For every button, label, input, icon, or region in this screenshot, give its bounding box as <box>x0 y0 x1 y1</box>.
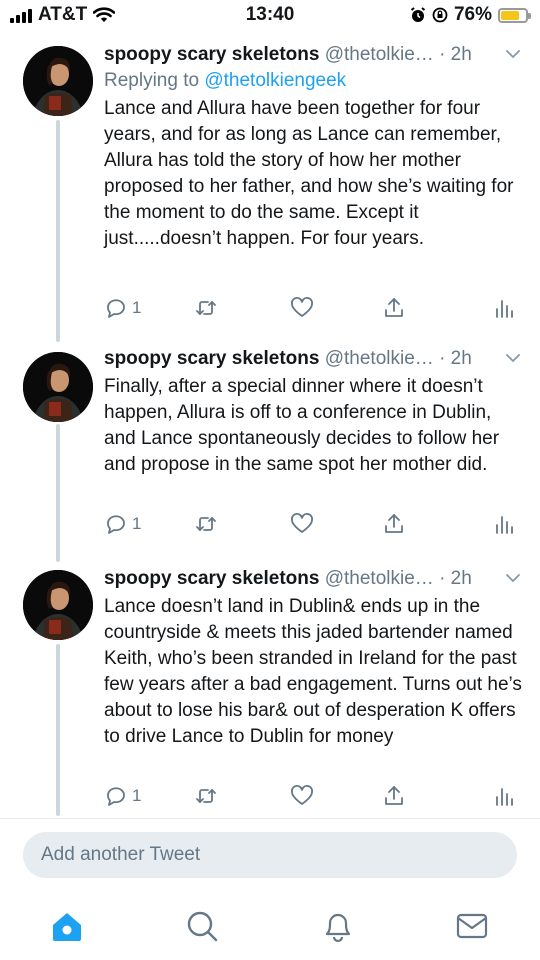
chevron-down-icon[interactable] <box>504 349 522 367</box>
tweet-body: spoopy scary skeletons @thetolkie… · 2h … <box>104 566 522 750</box>
tab-home[interactable] <box>47 906 87 946</box>
like-button[interactable] <box>290 512 314 536</box>
tweet-body: spoopy scary skeletons @thetolkie… · 2h … <box>104 346 522 478</box>
timestamp[interactable]: 2h <box>451 348 472 369</box>
reply-button[interactable]: 1 <box>104 784 141 808</box>
display-name[interactable]: spoopy scary skeletons <box>104 44 319 65</box>
like-button[interactable] <box>290 296 314 320</box>
retweet-button[interactable] <box>194 512 218 536</box>
tab-bar <box>0 892 540 960</box>
avatar[interactable] <box>23 352 93 422</box>
share-icon <box>385 786 403 805</box>
analytics-icon <box>496 788 513 806</box>
display-name[interactable]: spoopy scary skeletons <box>104 348 319 369</box>
username[interactable]: @thetolkie… <box>325 348 434 369</box>
status-bar: AT&T 13:40 76% <box>0 0 540 30</box>
share-button[interactable] <box>382 296 406 320</box>
messages-icon <box>456 913 488 939</box>
analytics-icon <box>496 516 513 534</box>
retweet-button[interactable] <box>194 784 218 808</box>
retweet-icon <box>196 789 216 803</box>
separator: · <box>439 44 446 65</box>
status-right: 76% <box>410 4 531 26</box>
separator: · <box>439 568 446 589</box>
reply-button[interactable]: 1 <box>104 512 141 536</box>
tweet-header: spoopy scary skeletons @thetolkie… · 2h <box>104 42 522 68</box>
tab-notifications[interactable] <box>318 906 358 946</box>
analytics-button[interactable] <box>492 784 516 808</box>
reply-count: 1 <box>132 298 142 317</box>
avatar[interactable] <box>23 570 93 640</box>
heart-icon <box>291 513 313 533</box>
add-tweet-input[interactable] <box>23 832 517 878</box>
avatar[interactable] <box>23 46 93 116</box>
tweet-actions: 1 <box>104 296 524 320</box>
share-icon <box>385 298 403 317</box>
reply-icon <box>107 787 125 806</box>
compose-divider <box>0 818 540 819</box>
retweet-icon <box>196 517 216 531</box>
alarm-icon <box>410 7 426 22</box>
chevron-down-icon[interactable] <box>504 45 522 63</box>
reply-icon <box>107 515 125 534</box>
battery-icon <box>498 7 531 23</box>
heart-icon <box>291 785 313 805</box>
mention-link[interactable]: @thetolkiengeek <box>204 70 346 91</box>
home-icon <box>53 913 81 941</box>
like-button[interactable] <box>290 784 314 808</box>
reply-icon <box>107 299 125 318</box>
timestamp[interactable]: 2h <box>451 568 472 589</box>
tab-messages[interactable] <box>452 906 492 946</box>
tweet-text: Finally, after a special dinner where it… <box>104 376 500 475</box>
notifications-icon <box>325 913 351 943</box>
reply-button[interactable]: 1 <box>104 296 141 320</box>
analytics-button[interactable] <box>492 512 516 536</box>
analytics-icon <box>496 300 513 318</box>
search-icon <box>187 911 218 942</box>
display-name[interactable]: spoopy scary skeletons <box>104 568 319 589</box>
tweet-text: Lance and Allura have been together for … <box>104 98 514 249</box>
username[interactable]: @thetolkie… <box>325 44 434 65</box>
retweet-icon <box>196 301 216 315</box>
reply-count: 1 <box>132 514 142 533</box>
reply-prefix: Replying to <box>104 70 200 91</box>
rotation-lock-icon <box>432 7 448 23</box>
username[interactable]: @thetolkie… <box>325 568 434 589</box>
compose-container <box>23 832 517 878</box>
battery-percent: 76% <box>453 4 492 25</box>
tweet-actions: 1 <box>104 512 524 536</box>
thread-line <box>56 644 60 816</box>
tab-search[interactable] <box>182 906 222 946</box>
tweet-text: Lance doesn’t land in Dublin& ends up in… <box>104 596 522 747</box>
share-icon <box>385 514 403 533</box>
reply-context: Replying to @thetolkiengeek <box>104 68 522 94</box>
tweet-actions: 1 <box>104 784 524 808</box>
retweet-button[interactable] <box>194 296 218 320</box>
tweet-body: spoopy scary skeletons @thetolkie… · 2h … <box>104 42 522 252</box>
tweet-header: spoopy scary skeletons @thetolkie… · 2h <box>104 346 522 372</box>
share-button[interactable] <box>382 784 406 808</box>
chevron-down-icon[interactable] <box>504 569 522 587</box>
separator: · <box>439 348 446 369</box>
thread-line <box>56 424 60 562</box>
share-button[interactable] <box>382 512 406 536</box>
timestamp[interactable]: 2h <box>451 44 472 65</box>
reply-count: 1 <box>132 786 142 805</box>
battery-fill <box>501 10 520 20</box>
thread-line <box>56 120 60 342</box>
heart-icon <box>291 297 313 317</box>
analytics-button[interactable] <box>492 296 516 320</box>
tweet-header: spoopy scary skeletons @thetolkie… · 2h <box>104 566 522 592</box>
